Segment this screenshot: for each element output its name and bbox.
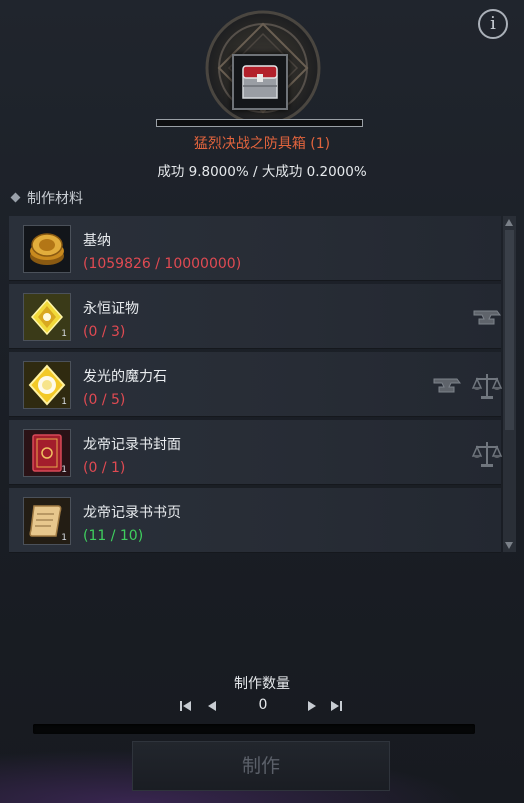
materials-section-title: 制作材料	[10, 188, 83, 208]
material-slot[interactable]: 1	[23, 497, 71, 545]
material-row[interactable]: 基纳 (1059826 / 10000000)	[9, 216, 501, 281]
scales-icon[interactable]	[471, 438, 503, 470]
material-quantity-badge: 1	[61, 533, 67, 543]
craft-button[interactable]: 制作	[132, 741, 390, 791]
material-quantity-badge: 1	[61, 397, 67, 407]
material-name: 永恒证物	[83, 301, 139, 317]
material-name: 基纳	[83, 233, 111, 249]
first-page-icon[interactable]	[178, 698, 194, 714]
info-icon[interactable]: i	[478, 9, 508, 39]
anvil-icon[interactable]	[431, 370, 463, 402]
diamond-bullet-icon	[10, 192, 21, 202]
material-count: (0 / 1)	[83, 460, 126, 476]
last-page-icon[interactable]	[328, 698, 344, 714]
material-name: 龙帝记录书书页	[83, 505, 181, 521]
decrease-icon[interactable]	[204, 698, 220, 714]
material-quantity-badge: 1	[61, 465, 67, 475]
material-slot[interactable]: 1	[23, 361, 71, 409]
scales-icon[interactable]	[471, 370, 503, 402]
material-quantity-badge: 1	[61, 329, 67, 339]
crafting-panel: i 猛烈决战之防具箱 (1) 成功 9.8000% / 大成功 0.2000% …	[0, 0, 524, 803]
material-name: 发光的魔力石	[83, 369, 167, 385]
material-row[interactable]: 1 永恒证物 (0 / 3)	[9, 284, 501, 349]
success-rates: 成功 9.8000% / 大成功 0.2000%	[157, 164, 367, 180]
material-count: (0 / 3)	[83, 324, 126, 340]
material-count: (1059826 / 10000000)	[83, 256, 242, 272]
crafted-item-name: 猛烈决战之防具箱 (1)	[193, 136, 331, 152]
material-count: (0 / 5)	[83, 392, 126, 408]
material-row[interactable]: 1 发光的魔力石 (0 / 5)	[9, 352, 503, 417]
material-row[interactable]: 1 龙帝记录书书页 (11 / 10)	[9, 488, 501, 553]
scroll-down-icon[interactable]	[505, 542, 513, 549]
anvil-icon[interactable]	[471, 302, 503, 334]
scroll-up-icon[interactable]	[505, 219, 513, 226]
material-row[interactable]: 1 龙帝记录书封面 (0 / 1)	[9, 420, 503, 485]
armor-chest-icon	[242, 65, 278, 99]
scroll-thumb[interactable]	[505, 230, 514, 430]
materials-section-label: 制作材料	[27, 191, 83, 207]
quantity-slider[interactable]	[33, 724, 475, 734]
materials-scrollbar[interactable]	[503, 216, 516, 552]
material-count: (11 / 10)	[83, 528, 144, 544]
crafted-item-slot[interactable]	[232, 54, 288, 110]
kinah-coin-icon	[30, 233, 64, 265]
quantity-selector: 0	[178, 696, 348, 716]
craft-progress-bar	[156, 119, 363, 127]
material-slot[interactable]: 1	[23, 429, 71, 477]
material-name: 龙帝记录书封面	[83, 437, 181, 453]
materials-list: 基纳 (1059826 / 10000000) 1 永恒证物 (0 / 3) 1…	[9, 214, 503, 554]
material-slot[interactable]	[23, 225, 71, 273]
quantity-title: 制作数量	[234, 676, 290, 692]
material-slot[interactable]: 1	[23, 293, 71, 341]
increase-icon[interactable]	[304, 698, 320, 714]
quantity-value[interactable]: 0	[233, 697, 293, 713]
